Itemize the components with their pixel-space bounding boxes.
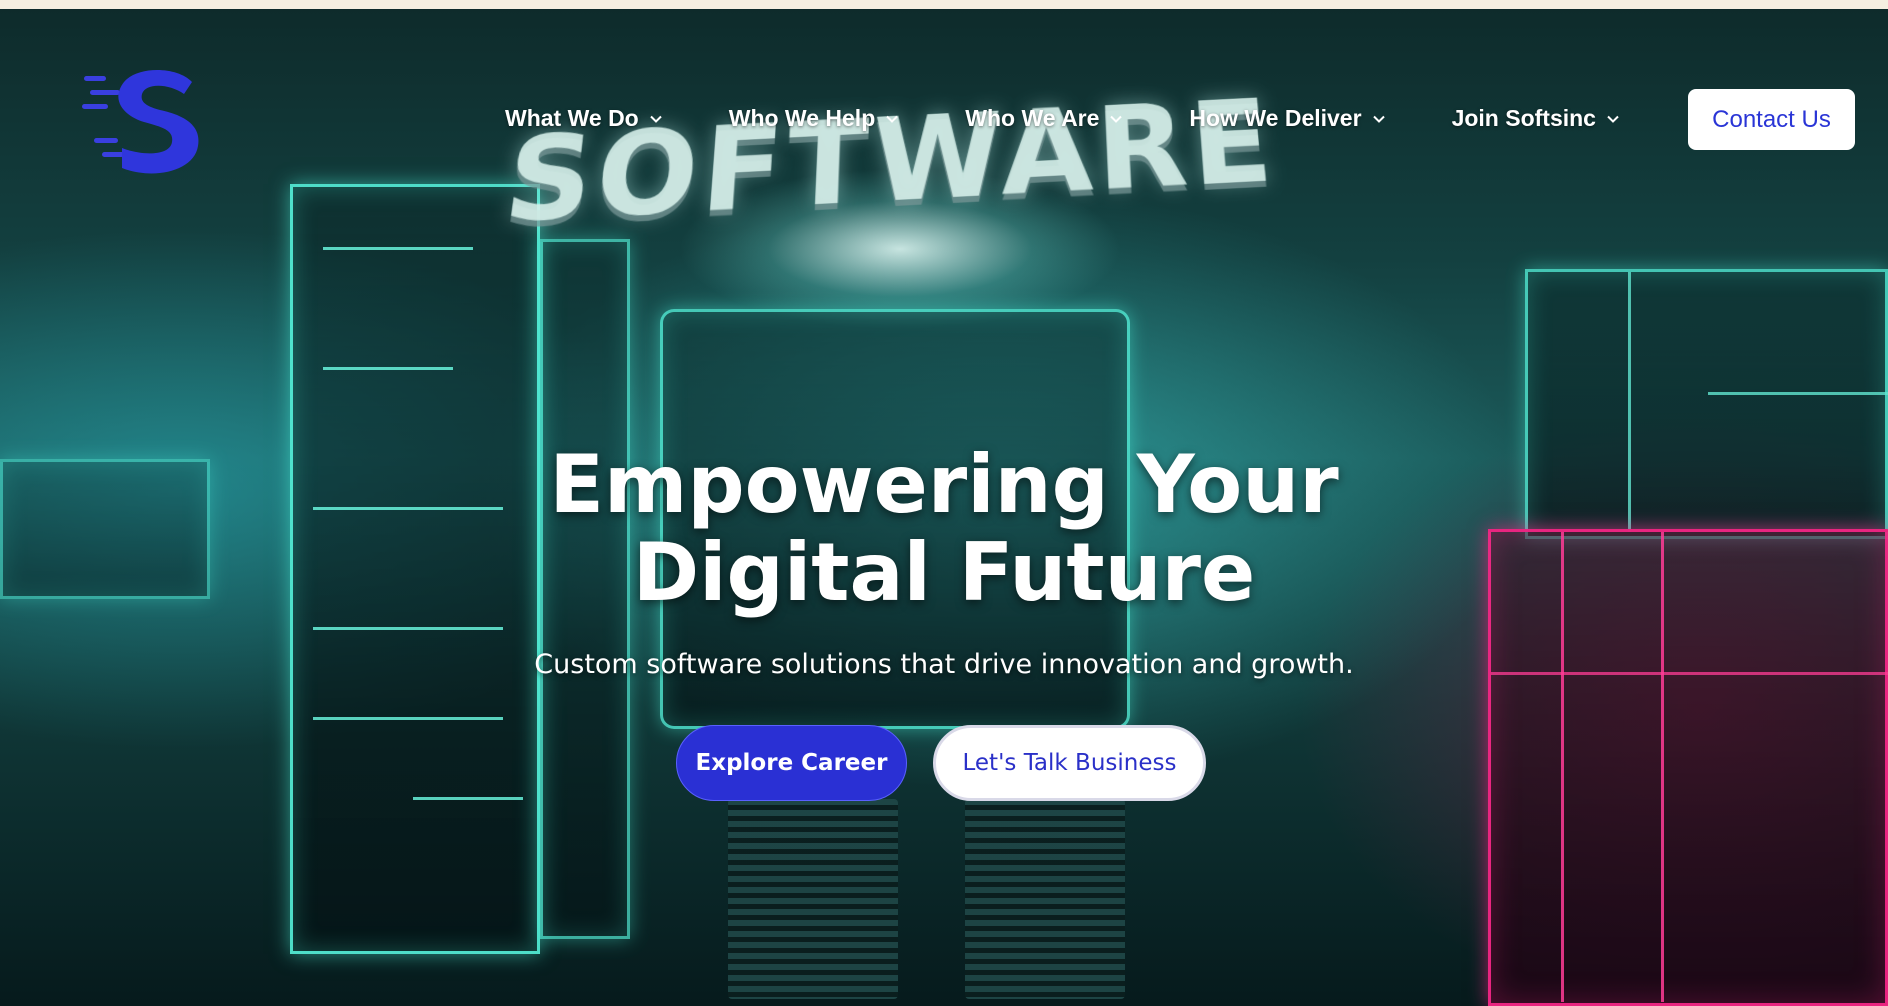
right-cyan-building [1525,269,1888,539]
nav-what-we-do[interactable]: What We Do [505,105,663,132]
chevron-down-icon [1372,115,1385,123]
hero-headline: Empowering Your Digital Future [440,441,1448,617]
center-stack-left [728,799,898,999]
chevron-down-icon [650,115,662,123]
nav-join-softsinc[interactable]: Join Softsinc [1452,105,1620,132]
headline-line-1: Empowering Your [549,438,1339,531]
main-nav: What We Do Who We Help Who We Are How We… [505,105,1620,132]
nav-who-we-are[interactable]: Who We Are [965,105,1123,132]
hero-subheadline: Custom software solutions that drive inn… [534,649,1354,680]
nav-label: What We Do [505,105,639,131]
lets-talk-business-button[interactable]: Let's Talk Business [933,725,1206,801]
chevron-down-icon [1607,115,1619,123]
headline-line-2: Digital Future [632,526,1256,619]
softsinc-logo-icon[interactable] [82,64,202,179]
background-software-word: SOFTWARE [497,74,1282,250]
top-strip [0,0,1888,9]
nav-label: Join Softsinc [1451,105,1596,131]
nav-label: How We Deliver [1189,105,1362,131]
hero-section: SOFTWARE What We Do Who We Help Who We A… [0,9,1888,1006]
chevron-down-icon [1110,115,1123,123]
nav-label: Who We Are [965,105,1100,131]
nav-label: Who We Help [728,105,876,131]
nav-who-we-help[interactable]: Who We Help [729,105,900,132]
left-city-block [0,459,210,599]
explore-career-button[interactable]: Explore Career [676,725,907,801]
right-pink-building [1488,529,1888,1006]
center-stack-right [965,799,1125,999]
contact-us-button[interactable]: Contact Us [1688,89,1855,150]
nav-how-we-deliver[interactable]: How We Deliver [1189,105,1385,132]
chevron-down-icon [886,115,898,123]
